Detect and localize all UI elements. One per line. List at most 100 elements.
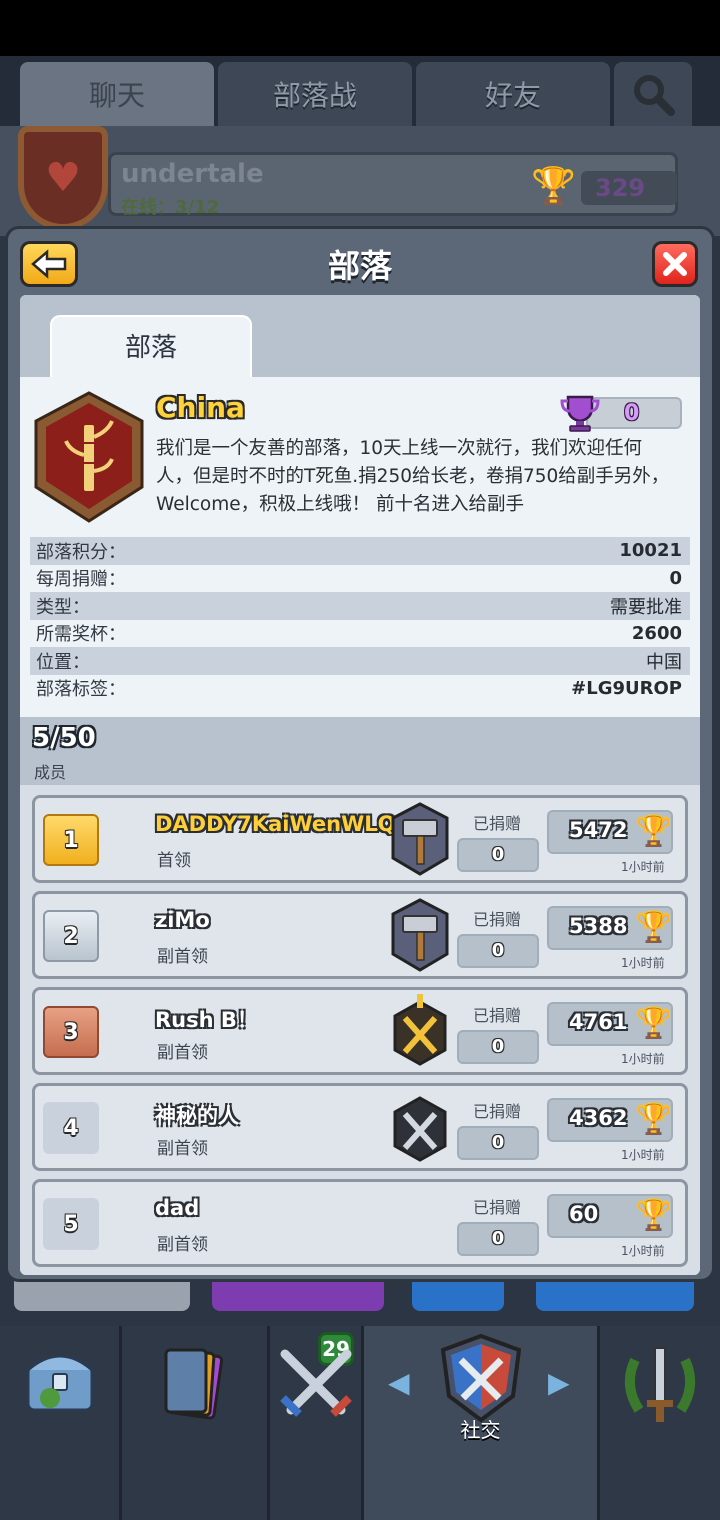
member-name: ziMo [155, 908, 210, 932]
member-row[interactable]: 1 DADDY7KaiWenWLQ 首领 已捐赠 0 5472 🏆 1小时前 [32, 795, 688, 883]
member-trophies: 5388 [569, 914, 628, 938]
donated-label: 已捐赠 [473, 1198, 522, 1217]
background-buttons [0, 1281, 720, 1326]
gold-swords-arena-icon [393, 994, 447, 1066]
stat-value: 需要批准 [610, 596, 682, 618]
rank-badge: 5 [43, 1198, 99, 1250]
stat-value: 10021 [619, 540, 682, 562]
last-seen: 1小时前 [621, 1052, 665, 1066]
member-trophies: 60 [569, 1202, 599, 1226]
modal-tab-bar: 部落 [20, 295, 700, 377]
nav-cards[interactable]: 29 [122, 1326, 354, 1520]
stat-row-clan-score: 部落积分： 10021 [30, 537, 690, 565]
nav-battle[interactable] [270, 1326, 364, 1520]
trophy-box: 60 🏆 [547, 1194, 673, 1238]
members-count: 5/50 [32, 723, 96, 753]
nav-social[interactable]: ◀ ▶ 社交 [364, 1326, 600, 1520]
member-role: 副首领 [157, 1235, 208, 1255]
nav-events[interactable] [600, 1326, 720, 1520]
stat-label: 所需奖杯： [36, 624, 126, 646]
trophy-icon: 🏆 [635, 1198, 673, 1233]
nav-shop[interactable] [0, 1326, 122, 1520]
member-name: dad [155, 1196, 200, 1220]
bottom-nav: 29 ◀ ▶ 社交 [0, 1326, 720, 1520]
social-label: 社交 [460, 1418, 501, 1442]
tab-chat[interactable]: 聊天 [20, 62, 214, 126]
modal-header: 部落 [8, 229, 712, 295]
stat-value: 0 [669, 567, 682, 589]
stat-row-required-trophies: 所需奖杯： 2600 [30, 620, 690, 648]
trophy-box: 4362 🏆 [547, 1098, 673, 1142]
member-row[interactable]: 3 Rush B！ 副首领 已捐赠 0 4761 🏆 1小时前 [32, 987, 688, 1075]
last-seen: 1小时前 [621, 860, 665, 874]
hammer-arena-icon [391, 802, 449, 876]
last-seen: 1小时前 [621, 956, 665, 970]
clan-info-panel: China 0 我们是一个友善的部落，10天上线一次就行，我们欢迎任何人，但是时… [20, 377, 700, 717]
search-button[interactable] [614, 62, 692, 126]
current-clan-name: undertale [121, 159, 264, 189]
tab-clan-war[interactable]: 部落战 [218, 62, 412, 126]
search-icon [634, 75, 675, 116]
donated-label: 已捐赠 [473, 910, 522, 929]
member-list: 1 DADDY7KaiWenWLQ 首领 已捐赠 0 5472 🏆 1小时前 2 [20, 785, 700, 1275]
stat-label: 部落标签： [36, 679, 126, 701]
stat-value: 2600 [631, 622, 682, 644]
social-shield-icon [440, 1333, 521, 1423]
donated-value: 0 [457, 1030, 539, 1064]
members-header: 5/50 成员 [20, 717, 700, 785]
member-row[interactable]: 4 神秘的人 副首领 已捐赠 0 4362 🏆 1小时前 [32, 1083, 688, 1171]
trophy-box: 4761 🏆 [547, 1002, 673, 1046]
bg-button-4 [536, 1281, 694, 1311]
tab-friends[interactable]: 好友 [416, 62, 610, 126]
clan-info-modal: 部落 部落 China 0 我们是一个友善的部落，10天上线一次就行，我们欢迎任… [5, 226, 715, 1282]
member-role: 副首领 [157, 947, 208, 967]
rank-badge: 3 [43, 1006, 99, 1058]
current-clan-trophies: 329 [581, 171, 677, 205]
donated-label: 已捐赠 [473, 1006, 522, 1025]
trophy-icon: 🏆 [635, 910, 673, 945]
bamboo-clan-badge-icon [34, 391, 144, 523]
bg-button-3 [412, 1281, 504, 1311]
member-row[interactable]: 5 dad 副首领 已捐赠 0 60 🏆 1小时前 [32, 1179, 688, 1267]
current-clan-online: 在线：3/12 [121, 197, 220, 218]
close-button[interactable] [652, 241, 698, 287]
donated-label: 已捐赠 [473, 814, 522, 833]
member-name: DADDY7KaiWenWLQ [155, 812, 396, 836]
current-clan-header[interactable]: ♥ undertale 在线：3/12 🏆 329 [0, 126, 720, 236]
close-icon [663, 252, 687, 276]
stat-row-type: 类型： 需要批准 [30, 592, 690, 620]
stat-label: 类型： [36, 596, 90, 618]
left-arrow-icon: ◀ [388, 1366, 410, 1399]
stat-value[interactable]: #LG9UROP [571, 678, 682, 699]
trophy-icon: 🏆 [635, 814, 673, 849]
donated-value: 0 [457, 1222, 539, 1256]
trophy-box: 5388 🏆 [547, 906, 673, 950]
modal-title: 部落 [327, 247, 392, 285]
member-row[interactable]: 2 ziMo 副首领 已捐赠 0 5388 🏆 1小时前 [32, 891, 688, 979]
stat-row-location: 位置： 中国 [30, 647, 690, 675]
hammer-arena-icon [391, 898, 449, 972]
clan-trophy-box: 0 [586, 397, 682, 429]
donated-value: 0 [457, 1126, 539, 1160]
bg-button-2 [212, 1281, 384, 1311]
tab-clan-info[interactable]: 部落 [50, 315, 252, 377]
stat-row-weekly-donations: 每周捐赠： 0 [30, 565, 690, 593]
last-seen: 1小时前 [621, 1244, 665, 1258]
clan-stats-table: 部落积分： 10021 每周捐赠： 0 类型： 需要批准 所需奖杯： 2600 … [30, 537, 690, 702]
member-trophies: 4761 [569, 1010, 628, 1034]
modal-body: 部落 China 0 我们是一个友善的部落，10天上线一次就行，我们欢迎任何人，… [20, 295, 700, 1275]
member-name: Rush B！ [155, 1008, 258, 1032]
crossed-swords-icon [279, 1349, 352, 1417]
bg-button-1 [14, 1281, 190, 1311]
member-trophies: 5472 [569, 818, 628, 842]
clan-trophy-value: 0 [624, 401, 640, 426]
clan-description: 我们是一个友善的部落，10天上线一次就行，我们欢迎任何人，但是时不时的T死鱼.捐… [156, 438, 670, 515]
cards-icon [164, 1348, 223, 1420]
trophy-icon: 🏆 [635, 1102, 673, 1137]
member-role: 副首领 [157, 1043, 208, 1063]
status-bar [0, 0, 720, 56]
purple-trophy-icon [560, 395, 600, 432]
trophy-icon: 🏆 [531, 166, 576, 207]
trophy-box: 5472 🏆 [547, 810, 673, 854]
donated-value: 0 [457, 838, 539, 872]
